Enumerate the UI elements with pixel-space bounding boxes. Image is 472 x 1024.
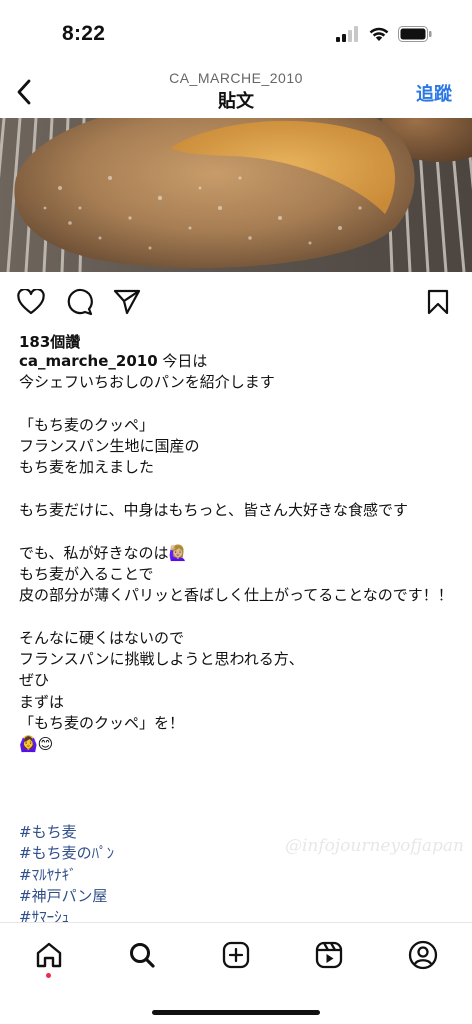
caption-text: 今日は 今シェフいちおしのパンを紹介します 「もち麦のクッペ」 フランスパン生地…	[19, 352, 453, 754]
comment-button[interactable]	[64, 287, 94, 317]
save-button[interactable]	[423, 287, 453, 317]
page-title: 貼文	[218, 91, 254, 112]
status-time: 8:22	[62, 22, 106, 45]
post-actions	[0, 284, 472, 318]
tab-home[interactable]	[29, 935, 69, 975]
hashtag-link[interactable]: #ﾏﾙﾔﾅｷﾞ	[19, 865, 449, 886]
battery-icon	[398, 26, 432, 42]
wifi-icon	[369, 27, 389, 41]
caption-username[interactable]: ca_marche_2010	[19, 352, 158, 370]
status-bar: 8:22	[0, 0, 472, 66]
home-icon	[36, 942, 62, 968]
post-image[interactable]	[0, 118, 472, 272]
cellular-signal-icon	[336, 26, 358, 42]
hashtag-link[interactable]: #神戸パン屋	[19, 886, 449, 907]
tab-create[interactable]	[216, 935, 256, 975]
paper-plane-icon	[113, 289, 141, 315]
tab-profile[interactable]	[403, 935, 443, 975]
tab-reels[interactable]	[309, 935, 349, 975]
likes-count[interactable]: 183個讚	[19, 331, 80, 352]
share-button[interactable]	[112, 287, 142, 317]
account-name: CA_MARCHE_2010	[169, 70, 303, 86]
follow-button[interactable]: 追蹤	[416, 80, 452, 106]
heart-icon	[17, 289, 45, 315]
bread-photo	[0, 118, 472, 272]
watermark: @infojourneyofjapan	[284, 836, 464, 856]
post-caption: ca_marche_2010 今日は 今シェフいちおしのパンを紹介します 「もち…	[19, 351, 459, 756]
hashtag-link[interactable]: #ｻﾏｰｼｭ	[19, 907, 449, 922]
like-button[interactable]	[16, 287, 46, 317]
notification-dot	[46, 973, 51, 978]
search-icon	[130, 943, 155, 968]
nav-bar: CA_MARCHE_2010 貼文 追蹤	[0, 66, 472, 118]
reels-icon	[315, 941, 343, 969]
tab-search[interactable]	[122, 935, 162, 975]
bookmark-icon	[427, 289, 449, 315]
status-icons	[336, 26, 432, 42]
home-indicator	[152, 1010, 320, 1015]
bottom-tab-bar	[0, 922, 472, 1024]
comment-bubble-icon	[67, 288, 93, 316]
profile-icon	[408, 940, 438, 970]
add-post-icon	[222, 941, 250, 969]
